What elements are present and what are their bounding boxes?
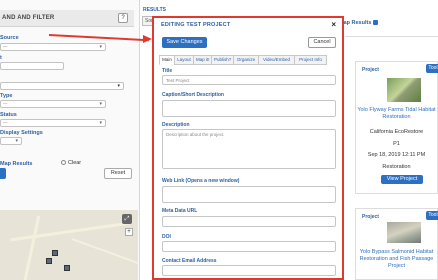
close-icon[interactable]: ×	[331, 20, 336, 29]
search-button[interactable]	[0, 168, 6, 179]
map-marker[interactable]	[64, 265, 70, 271]
save-changes-button[interactable]: Save Changes	[162, 37, 207, 48]
modal-title: EDITING TEST PROJECT	[161, 22, 231, 28]
zoom-in-icon[interactable]: +	[125, 228, 133, 236]
source-label: Source	[0, 35, 19, 41]
type-select[interactable]: --- ▾	[0, 100, 106, 108]
title-label: Title	[162, 68, 173, 74]
tab-map-it[interactable]: Map it!	[193, 55, 212, 65]
doi-input[interactable]	[162, 241, 336, 252]
filter-header: AND AND FILTER ?	[0, 10, 134, 27]
description-placeholder: Description about the project.	[166, 132, 225, 137]
card-thumbnail[interactable]	[387, 78, 421, 102]
card-tool-button[interactable]: Tool	[426, 211, 438, 220]
map-road	[71, 238, 138, 264]
card-type-label: Project	[362, 67, 379, 73]
view-project-button[interactable]: View Project	[381, 175, 423, 184]
tab-layout[interactable]: Layout	[174, 55, 194, 65]
status-label: Status	[0, 112, 17, 118]
card-title-link-line3[interactable]: Project	[356, 263, 437, 270]
chevron-down-icon: ▾	[15, 138, 18, 144]
map-road	[10, 221, 130, 242]
status-select[interactable]: --- ▾	[0, 119, 106, 127]
card-org: California EcoRestore	[369, 129, 424, 135]
tab-video-embed[interactable]: Video/Embed	[258, 55, 295, 65]
caption-textarea[interactable]	[162, 100, 336, 117]
annotation-arrow-head	[143, 35, 152, 43]
filter-title: AND AND FILTER	[2, 15, 55, 21]
t-label: t	[0, 55, 2, 61]
checkbox-icon	[373, 20, 379, 26]
source-select-value: ---	[3, 44, 8, 49]
caption-label: Caption/Short Description	[162, 92, 224, 98]
map-road	[22, 215, 41, 280]
chevron-down-icon: ▾	[99, 101, 102, 107]
contact-email-label: Contact Email Address	[162, 258, 217, 264]
type-label: Type	[0, 93, 13, 99]
source-select[interactable]: --- ▾	[0, 43, 106, 51]
title-input-value: Test Project	[166, 78, 190, 83]
help-button[interactable]: ?	[118, 13, 128, 23]
card-category: Restoration	[382, 164, 411, 170]
title-input[interactable]: Test Project	[162, 75, 336, 85]
card-title-link[interactable]: Yolo Flyway Farms Tidal Habitat	[356, 107, 437, 114]
map-results-label: Map Results	[0, 161, 33, 167]
divider	[345, 36, 438, 37]
web-link-input[interactable]	[162, 186, 336, 203]
results-label: RESULTS	[143, 7, 166, 13]
clear-label: Clear	[68, 160, 82, 166]
result-card: Project Tool Yolo Flyway Farms Tidal Hab…	[355, 61, 438, 194]
description-label: Description	[162, 122, 190, 128]
doi-label: DOI	[162, 234, 171, 240]
map-marker[interactable]	[52, 250, 58, 256]
display-settings-label: Display Settings	[0, 130, 43, 136]
radio-icon	[61, 160, 66, 166]
card-date: Sep 18, 2019 12:11 PM	[367, 152, 426, 158]
t-input[interactable]	[0, 62, 64, 70]
contact-email-input[interactable]	[162, 265, 336, 276]
map-marker[interactable]	[46, 258, 52, 264]
card-id: P1	[393, 141, 400, 147]
status-select-value: ---	[3, 120, 8, 125]
description-textarea[interactable]: Description about the project.	[162, 129, 336, 169]
display-select[interactable]: ▾	[0, 137, 22, 145]
results-map[interactable]	[0, 210, 138, 280]
card-thumbnail[interactable]	[387, 222, 421, 243]
card-title-link-line2[interactable]: Restoration	[356, 114, 437, 121]
expand-icon[interactable]: ⤢	[122, 214, 132, 224]
reset-button[interactable]: Reset	[104, 168, 132, 179]
result-card: Project Tool Yolo Bypass Salmonid Habita…	[355, 208, 438, 280]
type-select-value: ---	[3, 101, 8, 106]
chevron-down-icon: ▾	[99, 120, 102, 126]
card-title-link-line2[interactable]: Restoration and Fish Passage	[356, 256, 437, 263]
metadata-url-input[interactable]	[162, 216, 336, 227]
keyword-select[interactable]: ▾	[0, 82, 124, 90]
chevron-down-icon: ▾	[99, 44, 102, 50]
map-results-toggle[interactable]: Map Results	[339, 20, 379, 26]
card-title-link[interactable]: Yolo Bypass Salmonid Habitat	[356, 249, 437, 256]
edit-project-modal: EDITING TEST PROJECT × Save Changes Canc…	[152, 16, 344, 280]
tab-main[interactable]: Main	[159, 55, 175, 65]
modal-tabs: Main Layout Map it! Publish? Organize Vi…	[159, 55, 339, 65]
cancel-button[interactable]: Cancel	[308, 37, 336, 48]
tab-organize[interactable]: Organize	[233, 55, 259, 65]
tab-publish[interactable]: Publish?	[211, 55, 234, 65]
web-link-label: Web Link (Opens a new window)	[162, 178, 240, 184]
card-type-label: Project	[362, 214, 379, 220]
clear-radio[interactable]: Clear	[61, 160, 81, 166]
card-tool-button[interactable]: Tool	[426, 64, 438, 73]
metadata-url-label: Meta Data URL	[162, 208, 198, 214]
tab-project-info[interactable]: Project Info	[294, 55, 327, 65]
chevron-down-icon: ▾	[117, 83, 120, 89]
